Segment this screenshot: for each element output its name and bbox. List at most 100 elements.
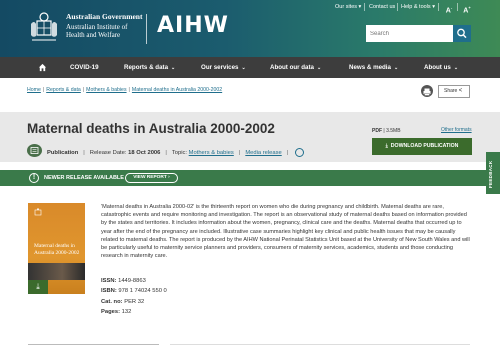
font-size-increase-button[interactable]: A+ [461,2,473,14]
media-release-link[interactable]: Media release [245,150,281,156]
fact-key: ISSN: [101,278,117,284]
view-report-button[interactable]: VIEW REPORT › [125,173,178,183]
meta-separator: | [238,150,241,157]
fact-value: 1449-8863 [118,278,146,284]
utility-divider [397,3,398,11]
search-icon [457,28,467,39]
section-divider [170,344,470,345]
print-button[interactable] [421,85,433,97]
nav-item-news-media[interactable]: News & media ⌄ [349,57,398,78]
cover-download-button[interactable]: ⤓ [28,280,48,294]
cover-title: Maternal deaths in Australia 2000-2002 [34,243,79,257]
meta-separator: | [383,128,385,134]
newer-release-banner: ! NEWER RELEASE AVAILABLE VIEW REPORT › [0,170,488,186]
page-title: Maternal deaths in Australia 2000-2002 [27,121,275,136]
nav-item-label: News & media [349,64,391,71]
fact-row-cat-no: Cat. no: PER 32 [101,297,167,307]
print-icon [423,88,431,96]
nav-item-covid-19[interactable]: COVID-19 [70,57,99,78]
feedback-tab[interactable]: FEEDBACK [486,152,500,194]
header-divider [146,14,147,44]
share-icon: < [458,88,463,94]
breadcrumb-separator: | [42,87,45,93]
chevron-down-icon: ⌄ [241,65,246,71]
chevron-down-icon: ⌄ [453,65,459,71]
gov-line-2: Australian Institute of [66,23,128,31]
share-button[interactable]: Share < [438,85,470,98]
chevron-down-icon: ⌄ [317,65,322,71]
chevron-down-icon: ▾ [432,4,435,10]
site-header: Australian Government Australian Institu… [0,0,500,57]
gov-line-1: Australian Government [66,12,143,21]
fact-row-isbn: ISBN: 978 1 74024 550 0 [101,286,167,296]
nav-item-our-services[interactable]: Our services ⌄ [201,57,246,78]
publication-icon [27,144,42,157]
breadcrumb-home[interactable]: Home [27,87,41,93]
meta-separator: | [83,150,85,157]
home-icon[interactable] [38,63,47,72]
newer-release-label: NEWER RELEASE AVAILABLE [44,175,124,181]
section-divider [28,344,159,345]
nav-item-reports-data[interactable]: Reports & data ⌄ [124,57,175,78]
chevron-down-icon: ▾ [358,4,362,10]
pdf-size: 3.5MB [386,128,401,134]
gov-line-3: Health and Welfare [66,31,121,39]
release-date-label: Release Date: [89,150,127,157]
search-input[interactable] [366,25,453,42]
publication-meta: Publication | Release Date: 18 Oct 2006 | To… [47,148,305,157]
publication-type: Publication [47,150,79,157]
other-formats-link[interactable]: Other formats [441,127,472,133]
nav-item-label: About us [424,64,451,71]
nav-item-about-our-data[interactable]: About our data ⌄ [270,57,321,78]
cover-title-line-2: Australia 2000-2002 [34,250,80,256]
email-share-icon[interactable] [295,148,305,157]
view-report-label: VIEW REPORT [133,175,167,180]
meta-separator: | [286,150,289,157]
fact-key: Cat. no: [101,298,123,305]
government-wordmark[interactable]: Australian Government Australian Institu… [66,12,142,39]
main-navigation: COVID-19 Reports & data ⌄ Our services ⌄ A… [0,57,500,78]
breadcrumb-current[interactable]: Maternal deaths in Australia 2000-2002 [132,87,222,93]
release-date: 18 Oct 2006 [128,150,161,157]
fact-row-pages: Pages: 132 [101,307,167,317]
help-tools-label: Help & tools [401,4,431,10]
nav-item-label: About our data [270,64,314,71]
breadcrumb-reports-data[interactable]: Reports & data [46,87,81,93]
topic-label: Topic: [171,150,188,157]
fact-value: 132 [121,308,132,315]
contact-us-link[interactable]: Contact us [369,4,395,10]
fact-key: ISBN: [101,288,117,295]
breadcrumb: Home | Reports & data | Mothers & babies | Mat… [27,87,222,93]
pdf-format: PDF [372,128,382,134]
nav-item-label: COVID-19 [70,64,99,71]
nav-item-about-us[interactable]: About us ⌄ [424,57,458,78]
chevron-down-icon: ⌄ [171,65,176,71]
chevron-right-icon: › [168,175,170,180]
coat-of-arms-icon [31,12,57,41]
breadcrumb-separator: | [82,87,85,93]
fact-row-issn: ISSN: 1449-8863 [101,276,167,286]
report-cover-image[interactable]: Maternal deaths in Australia 2000-2002 ⤓ [28,203,85,294]
pdf-info: PDF | 3.5MB [372,128,401,134]
meta-separator: | [165,150,167,157]
aihw-logo[interactable]: AIHW [157,13,229,38]
breadcrumb-separator: | [128,87,130,93]
font-size-decrease-button[interactable]: A- [443,2,455,14]
our-sites-link[interactable]: Our sites ▾ [335,4,361,10]
topic-link[interactable]: Mothers & babies [189,150,234,156]
feedback-label: FEEDBACK [488,160,493,188]
our-sites-label: Our sites [335,4,358,10]
share-label: Share [444,88,458,94]
utility-divider [457,3,458,11]
nav-item-label: Reports & data [124,64,169,71]
search-button[interactable] [453,25,471,42]
chevron-down-icon: ⌄ [393,65,399,71]
download-label: DOWNLOAD PUBLICATION [390,143,459,149]
download-icon: ⤓ [36,282,40,291]
breadcrumb-mothers-babies[interactable]: Mothers & babies [86,87,126,93]
utility-divider [364,3,365,11]
download-publication-button[interactable]: ⤓ DOWNLOAD PUBLICATION [372,138,472,155]
utility-divider [438,3,439,11]
report-description: 'Maternal deaths in Australia 2000-02' i… [101,204,470,260]
help-tools-link[interactable]: Help & tools ▾ [401,4,435,10]
